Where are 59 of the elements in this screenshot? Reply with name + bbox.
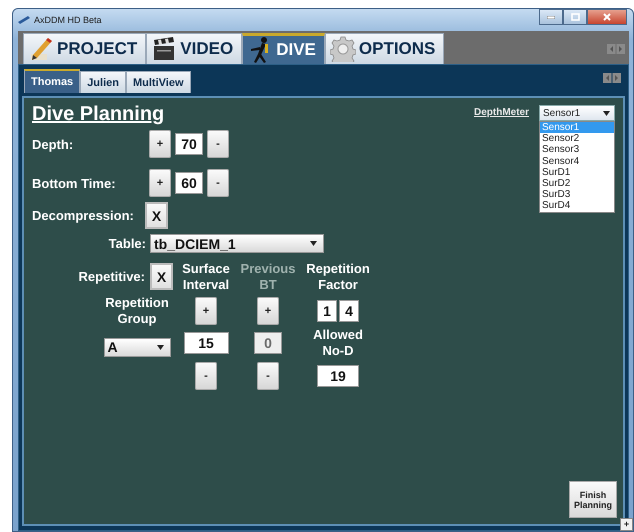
maximize-icon [570,13,580,21]
field-label: Allowed No-D [312,327,364,359]
dropdown-option[interactable]: SurD2 [540,178,614,190]
value-field[interactable]: 15 [184,332,228,354]
window-title: AxDDM HD Beta [34,15,102,25]
main-tab[interactable]: PROJECT [23,33,146,64]
value-field[interactable]: 70 [175,133,203,155]
main-tab[interactable]: DIVE [242,33,325,64]
corner-button[interactable]: + [620,518,633,531]
depthmeter-dropdown[interactable]: Sensor1 [539,105,615,121]
group-dropdown[interactable]: A [104,338,170,356]
field-label: DepthMeter [474,107,529,118]
column-header: Surface Interval [181,260,231,292]
caret-icon [310,241,317,246]
minimize-button[interactable] [539,9,563,25]
dropdown-option[interactable]: SurD1 [540,166,614,178]
maximize-button[interactable] [563,9,587,25]
gear-icon [330,36,356,62]
caret-icon [156,344,164,350]
minimize-icon [547,16,555,18]
checkbox[interactable]: X [150,263,173,290]
column-header: Previous BT [240,260,296,292]
field-label: Decompression: [32,208,135,223]
dropdown-option[interactable]: Sensor4 [540,156,614,167]
section-title: Dive Planning [32,103,164,126]
field-label: Table: [108,236,146,251]
digit-field[interactable]: 4 [339,300,359,322]
person-tab[interactable]: Thomas [24,69,80,93]
close-icon [603,13,611,21]
plus-button[interactable]: + [149,130,171,158]
person-tab[interactable]: MultiView [126,71,191,93]
dropdown-option[interactable]: SurD3 [540,189,614,200]
main-tab[interactable]: OPTIONS [324,33,444,64]
plus-button[interactable]: + [149,169,171,197]
dropdown-option[interactable]: Sensor3 [540,144,614,156]
minus-button[interactable]: - [207,130,229,158]
field-label: Repetitive: [78,269,145,284]
caret-icon [603,110,610,116]
dropdown-option[interactable]: SurD4 [540,200,614,212]
minus-button[interactable]: - [207,169,229,197]
field-label: Depth: [32,136,74,152]
dropdown-option[interactable]: Sensor2 [540,133,614,144]
value-field: 19 [317,365,359,387]
field-label: Bottom Time: [32,176,117,190]
minus-button[interactable]: - [195,362,217,390]
value-field[interactable]: 60 [175,172,203,194]
person-tab[interactable]: Julien [80,71,126,93]
finish-planning-button[interactable]: Finish Planning [569,481,617,518]
digit-field[interactable]: 1 [317,300,337,322]
column-header: Repetition Factor [305,260,371,292]
checkbox[interactable]: X [145,202,168,229]
plus-button[interactable]: + [195,297,217,325]
table-dropdown[interactable]: tb_DCIEM_1 [150,234,324,253]
pencil-icon [28,36,54,62]
main-tab[interactable]: VIDEO [146,33,242,64]
close-button[interactable] [587,9,627,25]
field-label: Repetition Group [104,295,170,327]
app-icon [18,16,30,24]
scroll-arrows-icon[interactable] [603,73,621,83]
